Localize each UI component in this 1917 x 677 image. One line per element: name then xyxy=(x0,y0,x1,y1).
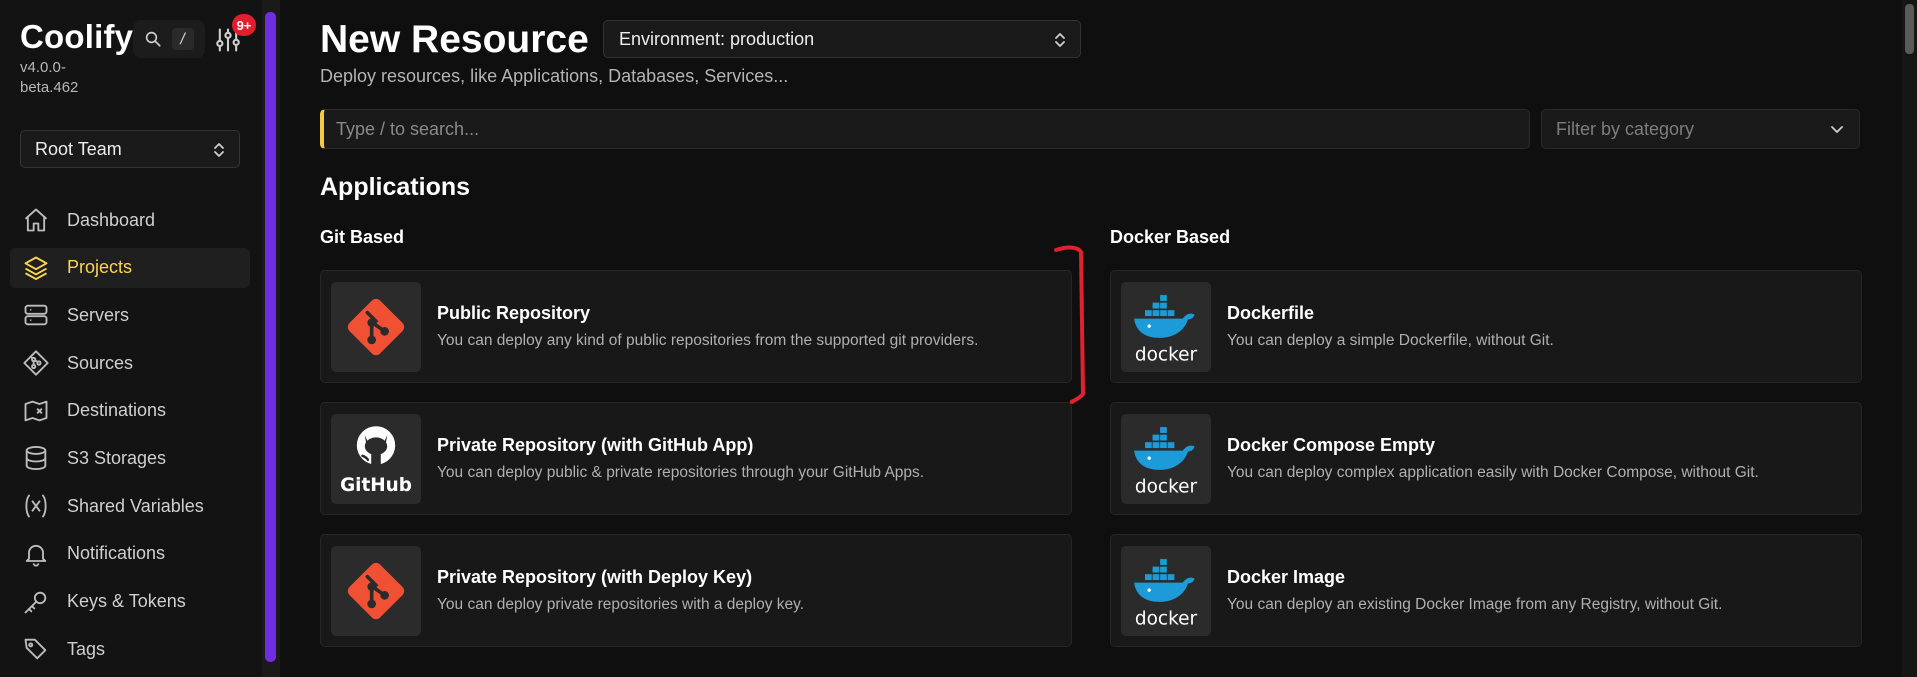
dockerfile-card[interactable]: docker Dockerfile You can deploy a simpl… xyxy=(1110,270,1862,383)
sidebar-item-tags[interactable]: Tags xyxy=(10,629,250,669)
card-title: Docker Image xyxy=(1227,567,1346,587)
sidebar-item-label: Projects xyxy=(67,257,133,278)
search-shortcut-key: / xyxy=(172,28,194,50)
team-select[interactable]: Root Team xyxy=(20,130,240,168)
search-icon xyxy=(145,31,161,47)
git-icon xyxy=(23,350,49,376)
card-logo: docker xyxy=(1121,546,1211,636)
docker-icon: docker xyxy=(1134,295,1198,366)
home-icon xyxy=(24,208,48,232)
docker-logo-text: docker xyxy=(1135,477,1198,498)
sidebar-item-projects[interactable]: Projects xyxy=(10,247,250,288)
sidebar-item-label: Sources xyxy=(67,352,134,373)
card-title: Dockerfile xyxy=(1227,303,1315,323)
card-logo: docker xyxy=(1121,414,1211,504)
global-search-button[interactable]: / xyxy=(133,20,205,58)
page-title: New Resource xyxy=(320,18,589,61)
card-title: Public Repository xyxy=(437,303,591,323)
docker-logo-text: docker xyxy=(1135,345,1198,366)
card-title: Private Repository (with Deploy Key) xyxy=(437,567,753,587)
notification-badge[interactable]: 9+ xyxy=(232,14,256,36)
card-description: You can deploy any kind of public reposi… xyxy=(437,332,979,349)
card-logo: docker xyxy=(1121,282,1211,372)
sidebar-item-destinations[interactable]: Destinations xyxy=(10,391,250,431)
sidebar-item-label: S3 Storages xyxy=(67,447,167,468)
brand-logo[interactable]: Coolify xyxy=(20,18,133,56)
database-icon xyxy=(25,446,47,471)
annotation-bracket xyxy=(1054,245,1085,404)
public-repository-card[interactable]: Public Repository You can deploy any kin… xyxy=(320,270,1072,383)
chevron-down-icon xyxy=(1831,126,1843,133)
card-logo: GitHub xyxy=(331,414,421,504)
team-select-value: Root Team xyxy=(35,138,122,159)
category-filter-select[interactable]: Filter by category xyxy=(1541,109,1860,149)
git-based-heading: Git Based xyxy=(320,227,405,247)
docker-compose-empty-card[interactable]: docker Docker Compose Empty You can depl… xyxy=(1110,402,1862,515)
card-logo xyxy=(331,282,421,372)
bell-icon xyxy=(25,544,47,567)
tags-icon xyxy=(24,638,47,660)
sidebar-item-keys-tokens[interactable]: Keys & Tokens xyxy=(10,582,250,622)
page-subtitle: Deploy resources, like Applications, Dat… xyxy=(320,66,789,86)
card-title: Docker Compose Empty xyxy=(1227,435,1436,455)
sidebar-scrollbar-thumb[interactable] xyxy=(265,12,276,662)
sidebar-item-s3-storages[interactable]: S3 Storages xyxy=(10,438,250,478)
docker-based-heading: Docker Based xyxy=(1110,227,1231,247)
card-description: You can deploy an existing Docker Image … xyxy=(1227,596,1723,613)
sidebar-nav: Dashboard Projects Servers Sources Desti… xyxy=(10,200,250,677)
private-repository-deploy-key-card[interactable]: Private Repository (with Deploy Key) You… xyxy=(320,534,1072,647)
chevron-up-down-icon xyxy=(214,143,224,157)
github-logo-text: GitHub xyxy=(340,475,412,496)
github-icon: GitHub xyxy=(340,426,412,496)
docker-icon: docker xyxy=(1134,559,1198,630)
sidebar-item-label: Servers xyxy=(67,304,130,325)
sidebar-item-label: Keys & Tokens xyxy=(67,591,186,611)
applications-heading: Applications xyxy=(320,173,471,201)
chevron-up-down-icon xyxy=(1055,33,1065,47)
version-label: v4.0.0-beta.462 xyxy=(20,59,79,96)
sidebar-item-label: Destinations xyxy=(67,400,167,421)
sidebar-item-notifications[interactable]: Notifications xyxy=(10,534,250,574)
card-description: You can deploy private repositories with… xyxy=(437,596,805,613)
sidebar-item-dashboard[interactable]: Dashboard xyxy=(10,200,250,240)
sidebar: Coolify v4.0.0-beta.462 / 9+ Root Team D… xyxy=(0,0,262,677)
layers-icon xyxy=(24,256,48,280)
map-icon xyxy=(24,400,48,422)
server-icon xyxy=(24,305,48,326)
sidebar-item-servers[interactable]: Servers xyxy=(10,295,250,335)
environment-select-value: Environment: production xyxy=(619,28,815,49)
card-description: You can deploy public & private reposito… xyxy=(437,464,925,481)
docker-icon: docker xyxy=(1134,427,1198,498)
key-icon xyxy=(24,591,47,613)
resource-search-input[interactable] xyxy=(320,109,1530,149)
sidebar-item-label: Notifications xyxy=(67,543,166,564)
sidebar-item-sources[interactable]: Sources xyxy=(10,343,250,383)
docker-image-card[interactable]: docker Docker Image You can deploy an ex… xyxy=(1110,534,1862,647)
private-repository-github-app-card[interactable]: GitHub Private Repository (with GitHub A… xyxy=(320,402,1072,515)
git-icon xyxy=(347,562,405,620)
page-scrollbar-track[interactable] xyxy=(1902,0,1917,677)
git-icon xyxy=(347,298,405,356)
sidebar-item-label: Shared Variables xyxy=(67,495,204,516)
page-scrollbar-thumb[interactable] xyxy=(1905,4,1914,54)
category-filter-placeholder: Filter by category xyxy=(1556,118,1695,139)
variable-icon xyxy=(25,494,47,518)
docker-logo-text: docker xyxy=(1135,609,1198,630)
card-description: You can deploy complex application easil… xyxy=(1227,464,1759,481)
sidebar-item-label: Tags xyxy=(67,638,106,659)
card-title: Private Repository (with GitHub App) xyxy=(437,435,754,455)
environment-select[interactable]: Environment: production xyxy=(603,20,1081,58)
sidebar-item-shared-variables[interactable]: Shared Variables xyxy=(10,486,250,526)
sidebar-item-label: Dashboard xyxy=(67,209,156,230)
card-description: You can deploy a simple Dockerfile, with… xyxy=(1227,332,1554,349)
card-logo xyxy=(331,546,421,636)
